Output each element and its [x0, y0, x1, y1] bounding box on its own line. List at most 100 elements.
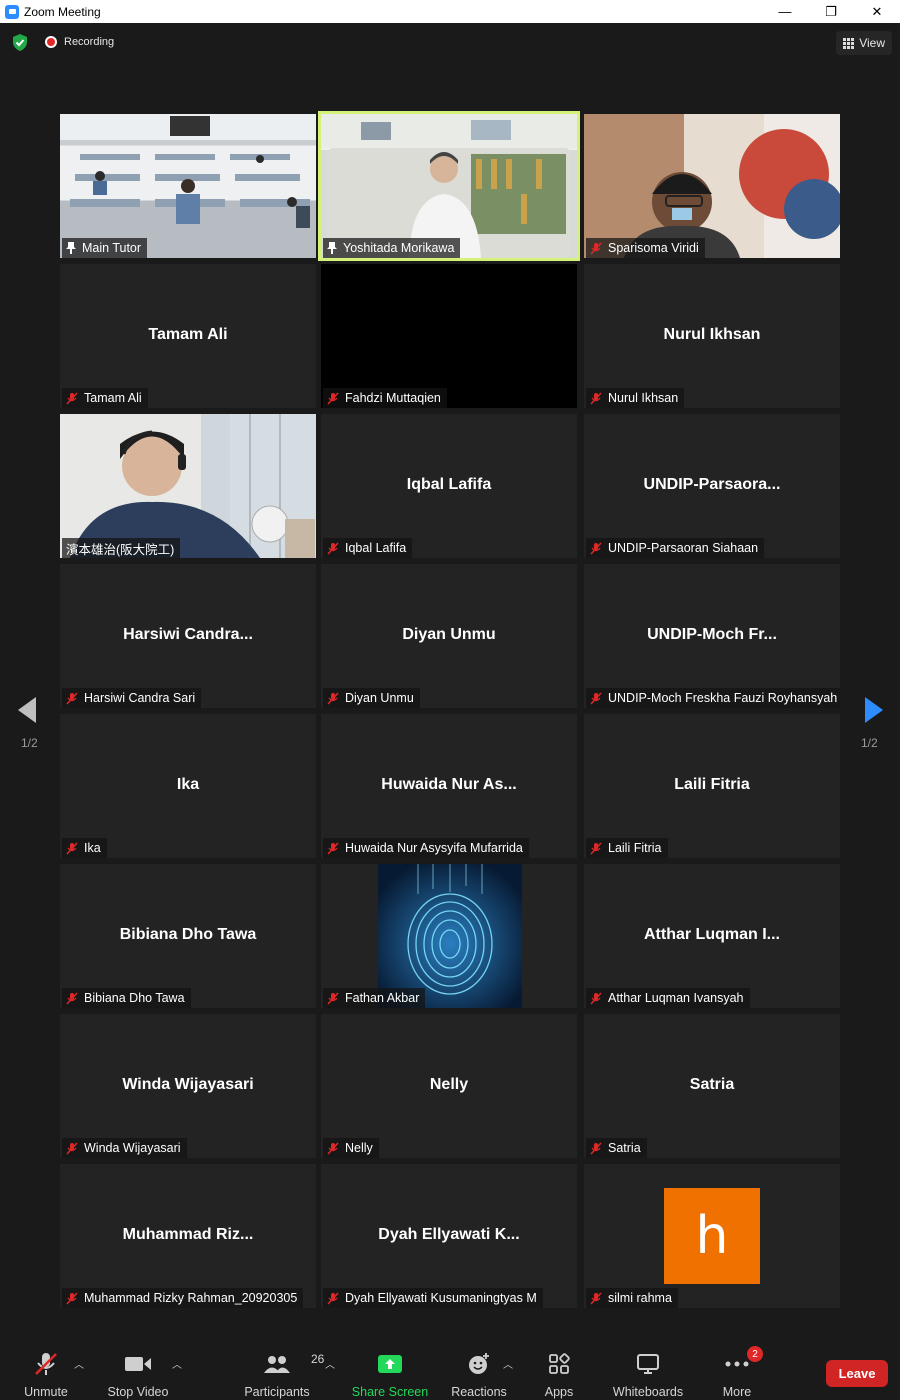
previous-page-arrow-icon[interactable]: [18, 697, 38, 723]
meeting-topbar: Recording View: [0, 23, 900, 63]
participant-display-name: Bibiana Dho Tawa: [119, 926, 257, 943]
participant-tile[interactable]: Main Tutor: [60, 114, 316, 258]
muted-mic-icon: [590, 241, 602, 255]
more-dots-icon: 2: [725, 1346, 763, 1378]
participant-tile[interactable]: Winda Wijayasari Winda Wijayasari: [60, 1014, 316, 1158]
participant-tile[interactable]: UNDIP-Moch Fr... UNDIP-Moch Freskha Fauz…: [584, 564, 840, 708]
video-options-caret-icon[interactable]: ︿: [172, 1356, 182, 1371]
avatar: h: [664, 1188, 760, 1284]
muted-mic-icon: [327, 1141, 339, 1155]
zoom-app-icon: [5, 4, 19, 19]
participant-name-label: Iqbal Lafifa: [323, 538, 413, 558]
participant-name-label: 濱本雄治(阪大院工): [62, 538, 181, 558]
restore-button[interactable]: ❐: [808, 0, 854, 23]
participant-tile[interactable]: 濱本雄治(阪大院工): [60, 414, 316, 558]
participant-tile[interactable]: Diyan Unmu Diyan Unmu: [321, 564, 577, 708]
page-indicator-left: 1/2: [21, 736, 38, 750]
muted-microphone-icon: [33, 1350, 59, 1378]
recording-indicator[interactable]: Recording: [45, 36, 114, 48]
participants-options-caret-icon[interactable]: ︿: [325, 1356, 335, 1371]
muted-mic-icon: [66, 1291, 78, 1305]
participant-tile[interactable]: Sparisoma Viridi: [584, 114, 840, 258]
participant-tile-active-speaker[interactable]: Yoshitada Morikawa: [318, 111, 580, 261]
apps-button[interactable]: Apps: [538, 1340, 580, 1400]
window-controls: — ❐ ✕: [762, 0, 900, 23]
view-label: View: [859, 36, 885, 50]
grid-view-icon: [843, 37, 855, 49]
participant-tile[interactable]: Fathan Akbar: [321, 864, 577, 1008]
participant-display-name: Huwaida Nur As...: [381, 776, 517, 793]
participant-tile[interactable]: Dyah Ellyawati K... Dyah Ellyawati Kusum…: [321, 1164, 577, 1308]
participant-display-name: Satria: [689, 1076, 735, 1093]
participant-display-name: Laili Fitria: [674, 776, 750, 793]
participant-tile[interactable]: Nelly Nelly: [321, 1014, 577, 1158]
participant-name-label: Dyah Ellyawati Kusumaningtyas M: [323, 1288, 543, 1308]
participant-tile[interactable]: Fahdzi Muttaqien: [321, 264, 577, 408]
participant-tile[interactable]: Satria Satria: [584, 1014, 840, 1158]
participant-tile[interactable]: Muhammad Riz... Muhammad Rizky Rahman_20…: [60, 1164, 316, 1308]
muted-mic-icon: [66, 1141, 78, 1155]
minimize-button[interactable]: —: [762, 0, 808, 23]
close-button[interactable]: ✕: [854, 0, 900, 23]
participant-tile[interactable]: UNDIP-Parsaora... UNDIP-Parsaoran Siahaa…: [584, 414, 840, 558]
reactions-options-caret-icon[interactable]: ︿: [503, 1356, 513, 1371]
more-button[interactable]: 2 More: [716, 1340, 763, 1400]
participant-name-label: Muhammad Rizky Rahman_20920305: [62, 1288, 304, 1308]
participant-name-label: UNDIP-Moch Freskha Fauzi Royhansyah: [586, 688, 840, 708]
muted-mic-icon: [590, 541, 602, 555]
participant-tile[interactable]: Harsiwi Candra... Harsiwi Candra Sari: [60, 564, 316, 708]
participant-tile[interactable]: Iqbal Lafifa Iqbal Lafifa: [321, 414, 577, 558]
participant-tile[interactable]: Nurul Ikhsan Nurul Ikhsan: [584, 264, 840, 408]
participant-tile[interactable]: Ika Ika: [60, 714, 316, 858]
next-page-arrow-icon[interactable]: [863, 697, 883, 723]
participant-tile[interactable]: Huwaida Nur As... Huwaida Nur Asysyifa M…: [321, 714, 577, 858]
stop-video-button[interactable]: Stop Video: [107, 1340, 169, 1400]
participant-tile[interactable]: Bibiana Dho Tawa Bibiana Dho Tawa: [60, 864, 316, 1008]
participant-display-name: Nurul Ikhsan: [663, 326, 761, 343]
participant-display-name: Muhammad Riz...: [122, 1226, 254, 1243]
recording-dot-icon: [45, 36, 57, 48]
participant-name-label: Satria: [586, 1138, 647, 1158]
participant-tile[interactable]: Tamam Ali Tamam Ali: [60, 264, 316, 408]
participant-name-label: Tamam Ali: [62, 388, 148, 408]
participant-name-label: UNDIP-Parsaoran Siahaan: [586, 538, 765, 558]
participant-name-label: Winda Wijayasari: [62, 1138, 187, 1158]
apps-icon: [548, 1350, 570, 1378]
muted-mic-icon: [66, 991, 78, 1005]
participant-display-name: UNDIP-Parsaora...: [643, 476, 781, 493]
recording-label: Recording: [64, 36, 115, 48]
participant-name-label: Yoshitada Morikawa: [323, 238, 461, 258]
avatar-letter: h: [695, 1206, 729, 1266]
unmute-button[interactable]: Unmute: [20, 1340, 72, 1400]
video-camera-icon: [124, 1350, 152, 1378]
participants-button[interactable]: 26 Participants: [242, 1340, 324, 1400]
muted-mic-icon: [590, 391, 602, 405]
participant-display-name: Harsiwi Candra...: [123, 626, 253, 643]
fingerprint-profile-picture: [378, 864, 522, 1008]
participant-name-label: Atthar Luqman Ivansyah: [586, 988, 750, 1008]
participant-name-label: Ika: [62, 838, 107, 858]
participant-name-label: silmi rahma: [586, 1288, 678, 1308]
participant-name-label: Huwaida Nur Asysyifa Mufarrida: [323, 838, 529, 858]
classroom-video: [70, 116, 310, 228]
meeting-toolbar: Unmute ︿ Stop Video ︿ 26 Participants ︿ …: [0, 1340, 900, 1400]
muted-mic-icon: [66, 841, 78, 855]
window-title: Zoom Meeting: [24, 4, 101, 19]
muted-mic-icon: [327, 841, 339, 855]
share-screen-button[interactable]: Share Screen: [352, 1340, 428, 1400]
participant-tile[interactable]: h silmi rahma: [584, 1164, 840, 1308]
view-button[interactable]: View: [836, 31, 892, 55]
participant-tile[interactable]: Atthar Luqman I... Atthar Luqman Ivansya…: [584, 864, 840, 1008]
security-shield-icon[interactable]: [12, 34, 28, 51]
muted-mic-icon: [590, 691, 602, 705]
reactions-button[interactable]: Reactions: [448, 1340, 510, 1400]
more-notification-badge: 2: [747, 1346, 763, 1362]
muted-mic-icon: [590, 841, 602, 855]
leave-button[interactable]: Leave: [826, 1360, 888, 1387]
whiteboards-button[interactable]: Whiteboards: [608, 1340, 688, 1400]
audio-options-caret-icon[interactable]: ︿: [74, 1356, 84, 1371]
whiteboard-icon: [636, 1350, 660, 1378]
room-video: [70, 414, 316, 558]
participant-display-name: Diyan Unmu: [402, 626, 496, 643]
participant-tile[interactable]: Laili Fitria Laili Fitria: [584, 714, 840, 858]
